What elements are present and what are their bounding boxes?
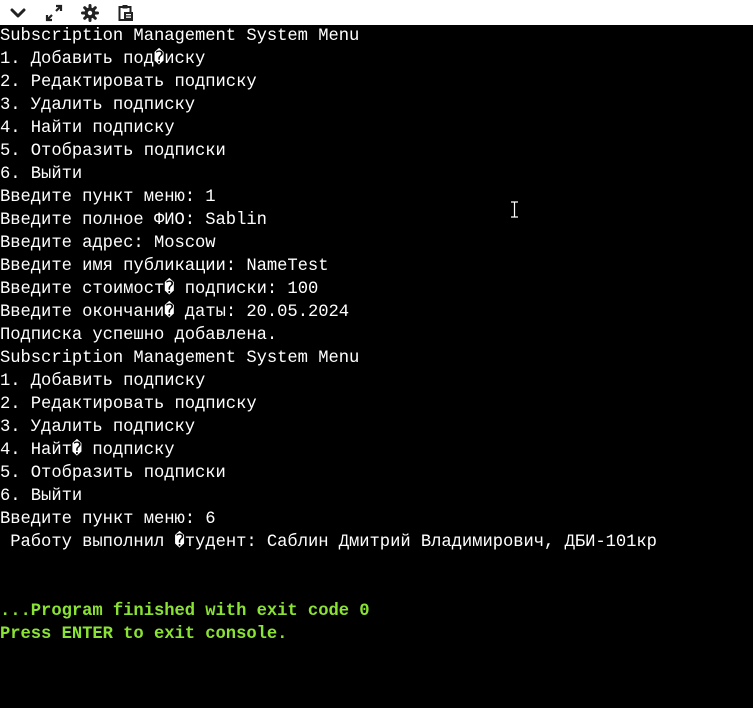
console-line: 6. Выйти — [0, 487, 83, 506]
console-line: 2. Редактировать подписку — [0, 73, 257, 92]
console-line: Введите стоимост� подписки: 100 — [0, 280, 319, 299]
chevron-down-icon — [10, 7, 26, 19]
console-output[interactable]: Subscription Management System Menu 1. Д… — [0, 25, 753, 708]
console-line: Subscription Management System Menu — [0, 349, 360, 368]
console-line: Введите полное ФИО: Sablin — [0, 211, 267, 230]
console-line: 2. Редактировать подписку — [0, 395, 257, 414]
console-toolbar — [0, 0, 753, 25]
console-line: 4. Найт� подписку — [0, 441, 175, 460]
console-line: Введите имя публикации: NameTest — [0, 257, 329, 276]
exit-status-line: ...Program finished with exit code 0 — [0, 602, 370, 621]
console-line: Введите пункт меню: 6 — [0, 510, 216, 529]
console-line: Subscription Management System Menu — [0, 27, 360, 46]
console-line: Введите адрес: Moscow — [0, 234, 216, 253]
collapse-button[interactable] — [2, 2, 33, 24]
expand-icon — [45, 4, 63, 22]
console-line: 1. Добавить под�иску — [0, 50, 206, 69]
console-line: Работу выполнил �тудент: Саблин Дмитрий … — [0, 533, 657, 552]
clipboard-icon — [118, 4, 134, 22]
console-line: 6. Выйти — [0, 165, 83, 184]
console-line: 5. Отобразить подписки — [0, 464, 226, 483]
console-line: 4. Найти подписку — [0, 119, 175, 138]
text-cursor-icon — [511, 201, 518, 218]
copy-output-button[interactable] — [110, 2, 141, 24]
console-line: Подписка успешно добавлена. — [0, 326, 278, 345]
console-line: Введите окончани� даты: 20.05.2024 — [0, 303, 350, 322]
gear-icon — [80, 3, 99, 22]
settings-button[interactable] — [74, 2, 105, 24]
fullscreen-button[interactable] — [38, 2, 69, 24]
console-line: 3. Удалить подписку — [0, 96, 196, 115]
console-line: 3. Удалить подписку — [0, 418, 196, 437]
console-line: 1. Добавить подписку — [0, 372, 206, 391]
console-line: Введите пункт меню: 1 — [0, 188, 216, 207]
exit-prompt-line: Press ENTER to exit console. — [0, 625, 288, 644]
console-line: 5. Отобразить подписки — [0, 142, 226, 161]
